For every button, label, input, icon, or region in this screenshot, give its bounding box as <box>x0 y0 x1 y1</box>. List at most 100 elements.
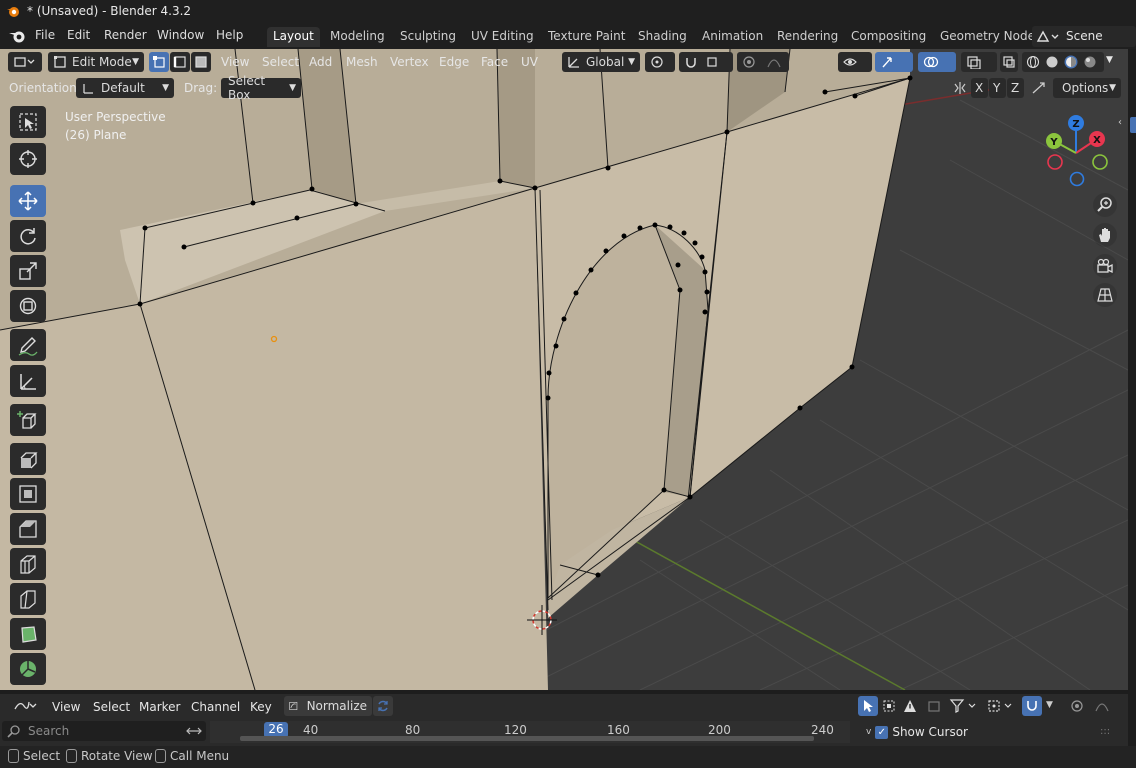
move-tool[interactable] <box>10 185 46 217</box>
header-menu-select[interactable]: Select <box>262 55 299 69</box>
menu-render[interactable]: Render <box>104 28 147 42</box>
show-hidden-toggle[interactable] <box>879 696 899 716</box>
timeline-menu-channel[interactable]: Channel <box>191 700 240 714</box>
timeline-snap-toggle[interactable] <box>1022 696 1042 716</box>
header-menu-face[interactable]: Face <box>481 55 508 69</box>
material-shading-icon[interactable] <box>1064 55 1078 69</box>
drag-handle-icon[interactable]: ::: <box>1100 726 1110 737</box>
extrude-tool[interactable] <box>10 443 46 475</box>
select-box-tool[interactable] <box>10 106 46 138</box>
mesh-edit-overlay-toggle[interactable] <box>961 52 997 72</box>
rotate-tool[interactable] <box>10 220 46 252</box>
tab-uv-editing[interactable]: UV Editing <box>465 27 540 47</box>
timeline-menu-marker[interactable]: Marker <box>139 700 180 714</box>
filter-box-toggle[interactable] <box>924 696 944 716</box>
shading-mode-group[interactable] <box>1022 52 1104 72</box>
timeline-frame-ruler[interactable]: 26 40 80 120 160 200 240 <box>210 721 850 743</box>
tab-compositing[interactable]: Compositing <box>845 27 932 47</box>
menu-edit[interactable]: Edit <box>67 28 90 42</box>
xray-toggle[interactable] <box>1000 52 1018 72</box>
visibility-selector[interactable] <box>838 52 872 72</box>
orientation-dropdown[interactable]: Default ▼ <box>76 78 174 98</box>
scale-tool[interactable] <box>10 255 46 287</box>
header-menu-uv[interactable]: UV <box>521 55 538 69</box>
tab-geometry-nodes[interactable]: Geometry Node <box>934 27 1041 47</box>
tab-texture-paint[interactable]: Texture Paint <box>542 27 631 47</box>
menu-file[interactable]: File <box>35 28 55 42</box>
timeline-search-field[interactable]: Search <box>2 721 206 741</box>
sidebar-toggle-arrow-icon[interactable]: ‹ <box>1118 117 1122 128</box>
auto-merge-icon[interactable] <box>1030 80 1048 96</box>
pan-button[interactable] <box>1093 223 1117 247</box>
cursor-tool[interactable] <box>10 143 46 175</box>
tab-sculpting[interactable]: Sculpting <box>394 27 462 47</box>
transform-tool[interactable] <box>10 290 46 322</box>
mirror-z-toggle[interactable]: Z <box>1007 78 1024 98</box>
timeline-editor-type-button[interactable] <box>8 696 42 716</box>
blender-menu-icon[interactable] <box>8 28 26 44</box>
zoom-button[interactable] <box>1093 193 1117 217</box>
transform-orientation-selector[interactable]: Global ▼ <box>562 52 640 72</box>
tab-layout[interactable]: Layout <box>267 27 320 47</box>
show-cursor-checkbox[interactable]: v ✓ Show Cursor <box>866 725 968 739</box>
normalize-toggle[interactable]: Normalize <box>284 696 372 716</box>
wireframe-shading-icon[interactable] <box>1026 55 1040 69</box>
tab-animation[interactable]: Animation <box>696 27 769 47</box>
header-menu-vertex[interactable]: Vertex <box>390 55 429 69</box>
timeline-menu-select[interactable]: Select <box>93 700 130 714</box>
header-menu-edge[interactable]: Edge <box>439 55 469 69</box>
menu-window[interactable]: Window <box>157 28 204 42</box>
navigation-gizmo[interactable]: Z X Y <box>1040 115 1116 191</box>
pivot-dropdown[interactable] <box>987 698 1017 714</box>
options-dropdown[interactable]: Options ▼ <box>1053 78 1121 98</box>
swap-arrows-icon[interactable] <box>186 725 202 737</box>
inset-faces-tool[interactable] <box>10 478 46 510</box>
chevron-down-icon[interactable]: ▼ <box>1046 700 1053 710</box>
mirror-x-toggle[interactable]: X <box>971 78 988 98</box>
vertex-select-button[interactable] <box>149 52 169 72</box>
timeline-menu-key[interactable]: Key <box>250 700 272 714</box>
auto-normalize-toggle[interactable] <box>373 696 393 716</box>
tab-rendering[interactable]: Rendering <box>771 27 844 47</box>
proportional-edit-toggle[interactable] <box>737 52 789 72</box>
mirror-y-toggle[interactable]: Y <box>989 78 1006 98</box>
bevel-tool[interactable] <box>10 513 46 545</box>
editor-type-button[interactable] <box>8 52 42 72</box>
poly-build-tool[interactable] <box>10 618 46 650</box>
header-menu-mesh[interactable]: Mesh <box>346 55 378 69</box>
tab-modeling[interactable]: Modeling <box>324 27 391 47</box>
header-menu-view[interactable]: View <box>221 55 249 69</box>
gizmo-toggle[interactable] <box>875 52 913 72</box>
3d-viewport[interactable]: Edit Mode ▼ View Select Add Mesh Vertex … <box>0 49 1128 690</box>
mode-selector[interactable]: Edit Mode ▼ <box>48 52 144 72</box>
camera-view-button[interactable] <box>1093 254 1117 278</box>
perspective-toggle-button[interactable] <box>1093 283 1117 307</box>
only-show-selected-toggle[interactable] <box>858 696 878 716</box>
only-errors-toggle[interactable] <box>900 696 920 716</box>
header-menu-add[interactable]: Add <box>309 55 332 69</box>
drag-dropdown[interactable]: Select Box ▼ <box>221 74 301 102</box>
scene-selector[interactable]: Scene <box>1032 26 1136 47</box>
shading-options-chevron-icon[interactable]: ▼ <box>1106 55 1113 65</box>
knife-tool[interactable] <box>10 583 46 615</box>
filters-dropdown[interactable] <box>949 698 979 714</box>
collapse-chevron-icon[interactable]: v <box>866 727 871 737</box>
loop-cut-tool[interactable] <box>10 548 46 580</box>
add-cube-tool[interactable] <box>10 404 46 436</box>
sidebar-tab-indicator[interactable] <box>1130 117 1136 133</box>
measure-tool[interactable] <box>10 365 46 397</box>
overlay-toggle[interactable] <box>918 52 956 72</box>
menu-help[interactable]: Help <box>216 28 243 42</box>
annotate-tool[interactable] <box>10 329 46 361</box>
spin-tool[interactable] <box>10 653 46 685</box>
tab-shading[interactable]: Shading <box>632 27 693 47</box>
pivot-point-selector[interactable] <box>645 52 675 72</box>
solid-shading-icon[interactable] <box>1045 55 1059 69</box>
checkbox-checked-icon[interactable]: ✓ <box>875 725 889 739</box>
timeline-menu-view[interactable]: View <box>52 700 80 714</box>
timeline-scrollbar[interactable] <box>240 736 814 741</box>
rendered-shading-icon[interactable] <box>1083 55 1097 69</box>
edge-select-button[interactable] <box>170 52 190 72</box>
proportional-edit-icon[interactable] <box>1070 699 1114 713</box>
snap-toggle[interactable] <box>679 52 733 72</box>
